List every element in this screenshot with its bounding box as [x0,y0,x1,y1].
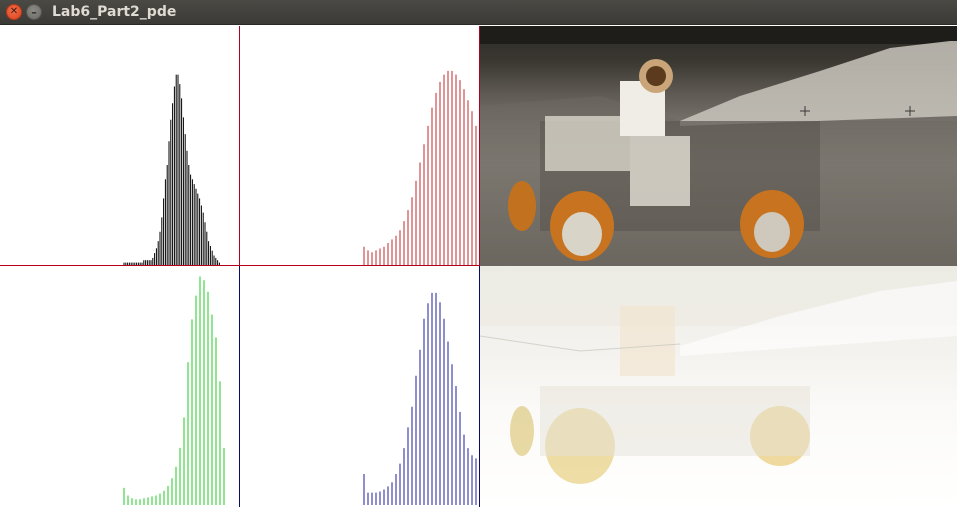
minimize-icon: – [31,5,37,19]
close-button[interactable]: ✕ [6,4,22,20]
minimize-button[interactable]: – [26,4,42,20]
title-bar: ✕ – Lab6_Part2_pde [0,0,957,25]
histogram-panels [0,26,480,507]
inverted-lunar-rover-photo [480,266,957,484]
original-photo [480,26,957,266]
lunar-rover-astronaut-photo [480,26,957,266]
inverted-photo [480,266,957,506]
sketch-canvas [0,26,957,507]
green-histogram [123,276,225,505]
blue-histogram [363,292,477,505]
window-title: Lab6_Part2_pde [52,4,177,20]
close-icon: ✕ [9,6,19,17]
red-histogram [363,70,480,265]
grayscale-histogram [123,74,220,265]
